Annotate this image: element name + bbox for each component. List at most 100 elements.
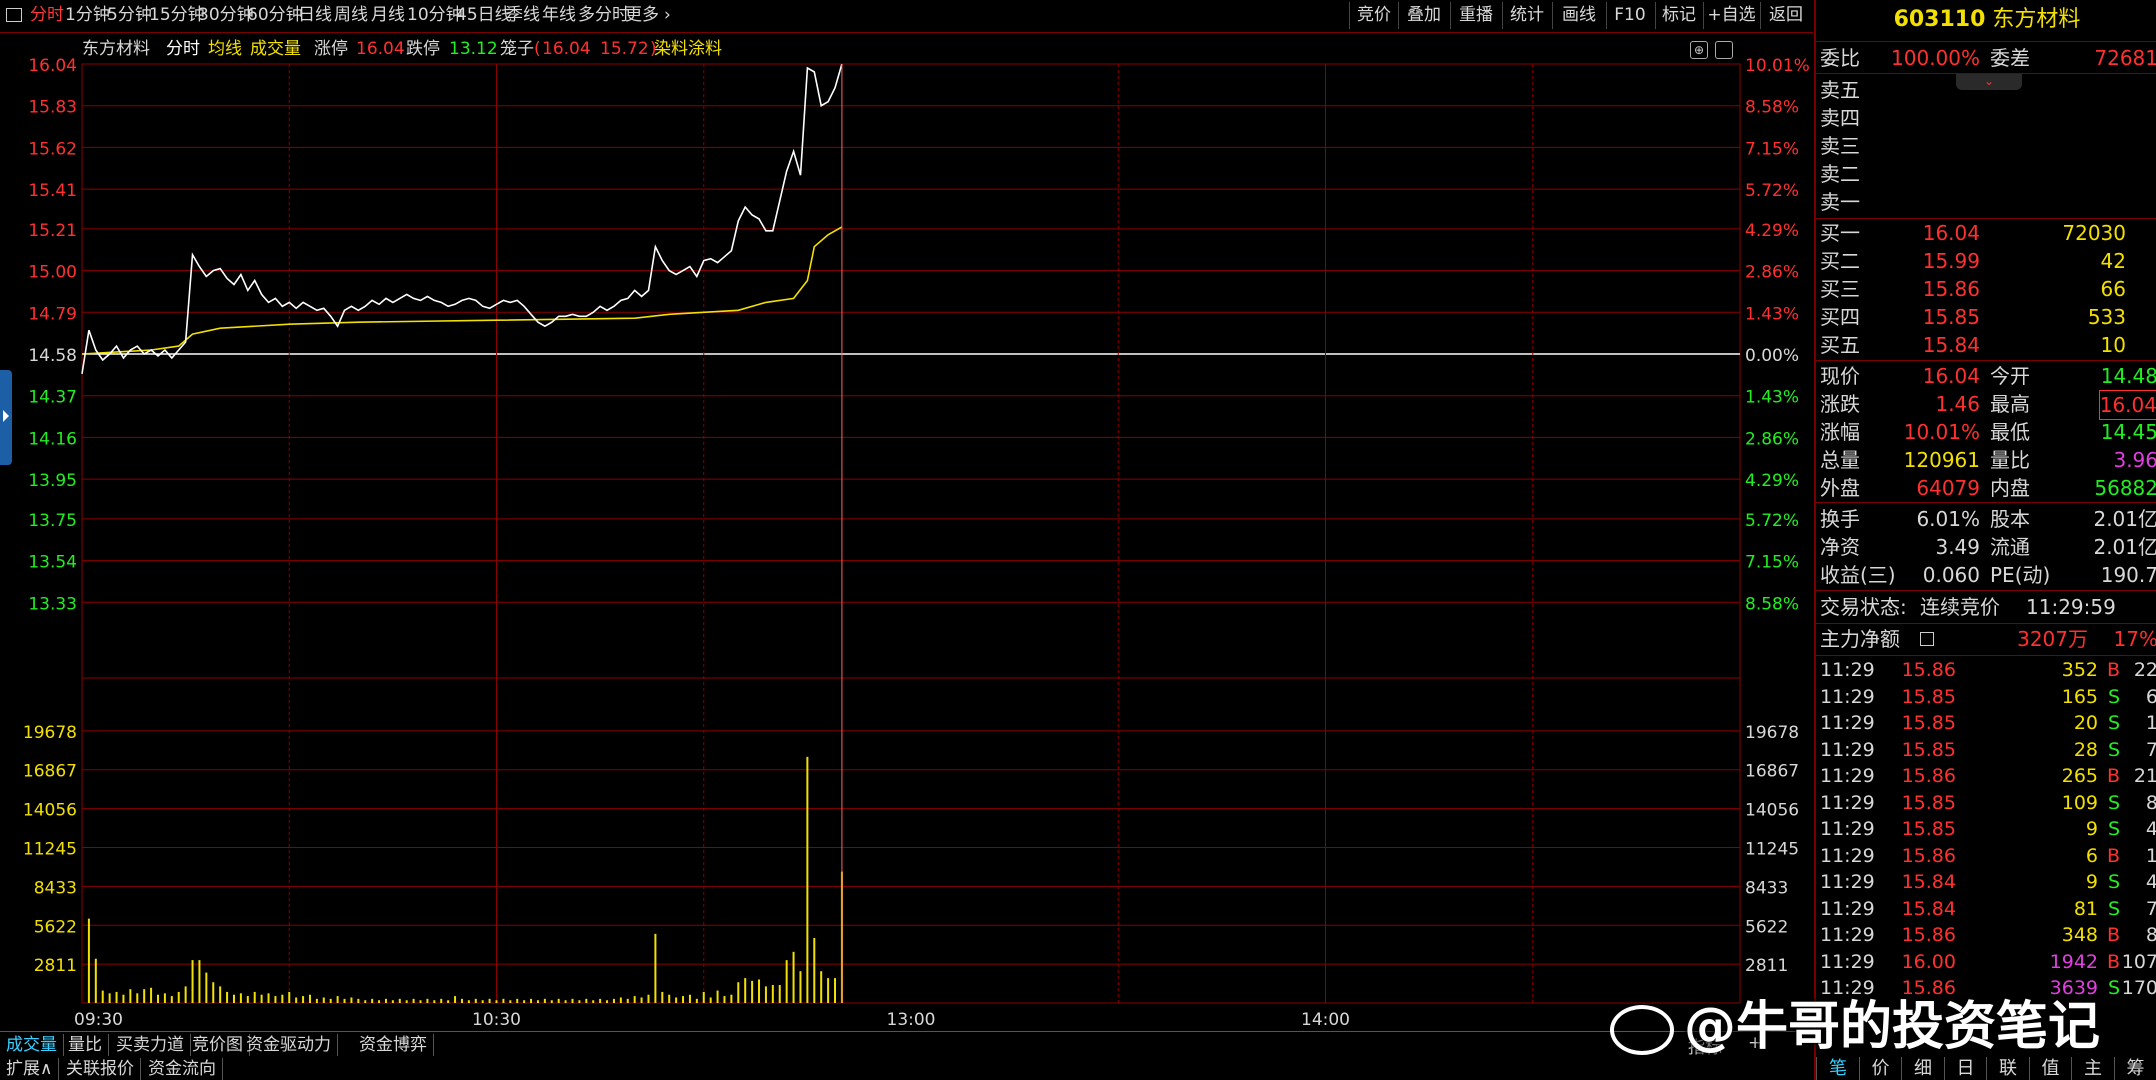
avg-price-line [81,226,843,355]
time-tick-label: 09:30 [74,1010,123,1027]
indicator-tab-5[interactable]: 资金博弈 [353,1034,434,1056]
tool-button-4[interactable]: 画线 [1552,2,1605,29]
trade-count: 1 [2146,843,2156,869]
trade-status-row: 交易状态: 连续竞价 11:29:59 [1816,593,2156,621]
buy-row[interactable]: 买四 15.85 533 [1816,303,2156,331]
intraday-chart[interactable]: 16.04 10.01% 15.83 8.58% 15.62 7.15% 15.41 5.72… [0,32,1813,1027]
trade-price: 15.85 [1901,791,1956,814]
period-tab-4[interactable]: 30分钟 [198,0,254,30]
trade-price: 15.84 [1901,897,1956,920]
period-tab-2[interactable]: 5分钟 [107,0,152,30]
volume-label[interactable]: 成交量 [250,37,301,61]
more-chevron-icon[interactable]: › [664,0,671,30]
avg-line-label[interactable]: 均线 [208,37,242,61]
period-tab-8[interactable]: 月线 [371,0,405,30]
trade-time: 11:29 [1820,924,1875,946]
sell-row[interactable]: 卖二 [1816,160,2156,188]
volume-bar [633,996,636,1003]
buy-row[interactable]: 买三 15.86 66 [1816,275,2156,303]
volume-bar [253,991,256,1003]
stat2-value-2: 2.01亿 [2093,535,2156,559]
volume-tick-label: 11245 [23,839,77,859]
limit-down-label: 跌停 [406,39,440,59]
period-tab-9[interactable]: 10分钟 [407,0,463,30]
indicator-tab-1[interactable]: 量比 [62,1034,109,1056]
period-tab-1[interactable]: 1分钟 [65,0,110,30]
stat-label-2: 量比 [1990,448,2030,472]
side-collapse-handle[interactable] [0,370,12,465]
volume-tick-label-right: 2811 [1745,956,1788,976]
chart-canvas[interactable]: 16.04 10.01% 15.83 8.58% 15.62 7.15% 15.41 5.72… [0,32,1813,1027]
period-tab-3[interactable]: 15分钟 [149,0,205,30]
tool-button-2[interactable]: 重播 [1450,2,1501,29]
volume-bar [571,998,574,1003]
sell-row[interactable]: 卖五 [1816,76,2156,104]
sell-label: 卖二 [1820,162,1860,186]
period-tab-14[interactable]: 更多 [625,0,659,30]
extension-tab-1[interactable]: 关联报价 [60,1058,141,1080]
period-tab-0[interactable]: 分时 [30,0,64,30]
buy-row[interactable]: 买五 15.84 10 [1816,331,2156,359]
volume-bar [288,991,291,1003]
main-net-pct: 17% [2113,627,2156,651]
stat2-value-2: 190.7 [2100,563,2156,587]
volume-bar [778,985,781,1003]
period-tab-7[interactable]: 周线 [334,0,368,30]
mode-label[interactable]: 分时 [166,37,200,61]
sector-label[interactable]: 染料涂料 [654,37,722,61]
extension-tab-2[interactable]: 资金流向 [142,1058,223,1080]
period-tab-10[interactable]: 45日线 [456,0,512,30]
tool-button-0[interactable]: 竞价 [1349,2,1398,29]
indicator-tab-2[interactable]: 买卖力道 [110,1034,191,1056]
volume-bar [675,997,678,1003]
status-time: 11:29:59 [2026,595,2116,619]
period-tab-5[interactable]: 60分钟 [247,0,303,30]
buy-label: 买二 [1820,249,1860,273]
tool-button-6[interactable]: 标记 [1655,2,1702,29]
stat2-row: 换手 6.01% 股本 2.01亿 [1816,505,2156,533]
indicator-tab-0[interactable]: 成交量 [0,1034,64,1056]
volume-bar [384,998,387,1003]
volume-bar [398,998,401,1003]
volume-bar [136,993,139,1003]
main-net-row[interactable]: 主力净额 3207万 17% [1816,625,2156,653]
extension-tab-0[interactable]: 扩展∧ [0,1058,60,1080]
volume-bar [87,918,90,1003]
buy-row[interactable]: 买一 16.04 72030 [1816,219,2156,247]
volume-bar [163,993,166,1003]
list-icon[interactable] [1920,632,1934,646]
sell-row[interactable]: 卖一 [1816,188,2156,216]
volume-bar [267,993,270,1003]
expand-icon[interactable]: ⊕ [1690,41,1708,59]
price-tick-label: 15.21 [28,221,77,241]
period-tab-11[interactable]: 季线 [506,0,540,30]
trade-time: 11:29 [1820,950,1875,973]
volume-bar [688,994,691,1003]
period-tab-13[interactable]: 多分时 [578,0,629,30]
window-menu-icon[interactable] [6,8,22,22]
volume-bar [813,938,816,1003]
volume-bar [550,1000,553,1003]
tool-button-1[interactable]: 叠加 [1398,2,1449,29]
chevron-right-icon [3,410,9,422]
period-tab-6[interactable]: 日线 [298,0,332,30]
pct-tick-label: 5.72% [1745,511,1799,531]
limit-up-value: 16.04 [356,39,405,59]
restore-icon[interactable] [1715,41,1733,59]
volume-bar [426,998,429,1003]
volume-bar [827,978,830,1003]
sell-row[interactable]: 卖四 [1816,104,2156,132]
trade-row: 11:29 15.85 109 S 8 [1816,790,2156,816]
sell-row[interactable]: 卖三 [1816,132,2156,160]
period-tab-12[interactable]: 年线 [542,0,576,30]
tool-button-3[interactable]: 统计 [1502,2,1551,29]
right-tab-7[interactable]: 筹 [2113,1057,2156,1080]
tool-button-5[interactable]: F10 [1606,2,1653,29]
tool-button-7[interactable]: +自选 [1703,2,1759,29]
buy-row[interactable]: 买二 15.99 42 [1816,247,2156,275]
volume-bar [447,1000,450,1003]
trade-row: 11:29 15.85 9S 4 [1816,816,2156,842]
volume-bar [336,996,339,1003]
tool-button-8[interactable]: 返回 [1760,2,1811,29]
indicator-tab-4[interactable]: 资金驱动力 [240,1034,338,1056]
